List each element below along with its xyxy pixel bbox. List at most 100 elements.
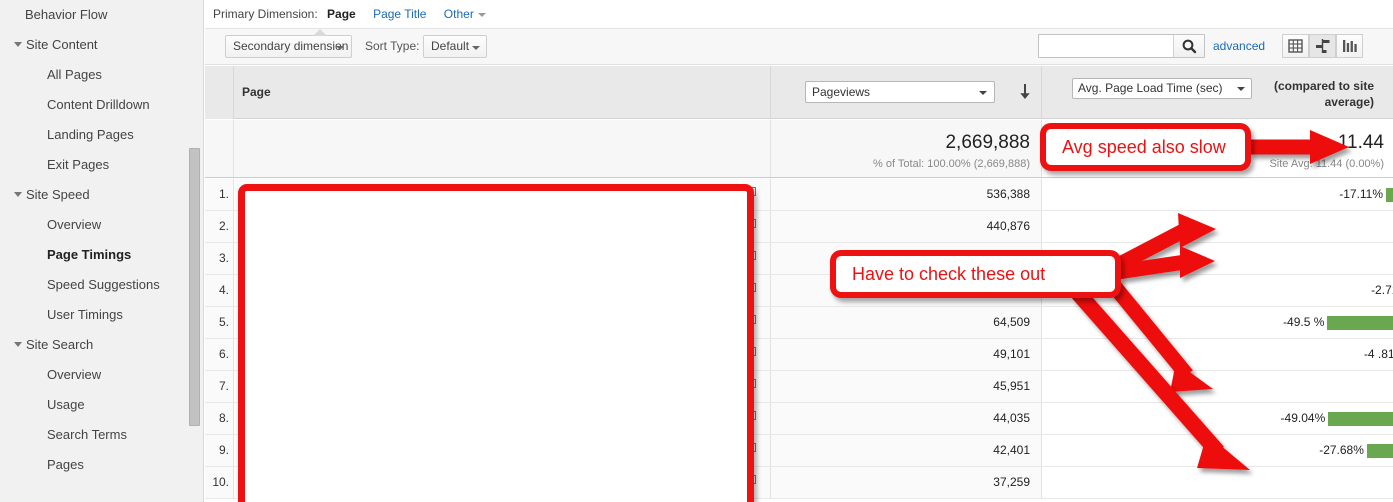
sort-type-label: Sort Type: [365, 39, 420, 53]
sidebar-item-exit-pages[interactable]: Exit Pages [0, 150, 203, 180]
row-index: 8. [205, 403, 234, 434]
sidebar-item-label: Site Search [26, 337, 94, 352]
secondary-dimension-label: Secondary dimension [233, 39, 349, 53]
row-pageviews: 440,876 [770, 211, 1041, 242]
view-performance-button[interactable] [1336, 34, 1363, 58]
sort-type-value: Default [431, 39, 470, 53]
left-sidebar-nav: Behavior Flow Site Content All Pages Conten… [0, 0, 204, 502]
sidebar-item-page-timings[interactable]: Page Timings [0, 240, 203, 270]
compare-bar-label: -49.04% [1280, 411, 1326, 425]
compare-bar-label: -27.68% [1319, 443, 1364, 457]
sidebar-item-overview[interactable]: Overview [0, 210, 203, 240]
row-index: 3. [205, 243, 234, 274]
sidebar-item-site-search[interactable]: Site Search [0, 330, 203, 360]
summary-total-value: 2,669,888 [945, 132, 1030, 153]
sidebar-item-label: Content Drilldown [47, 97, 150, 112]
sidebar-item-label: Behavior Flow [25, 7, 108, 22]
row-pageviews: 45,951 [770, 371, 1041, 402]
row-compare-cell: -4 .81% [1041, 339, 1393, 370]
view-table-button[interactable] [1282, 34, 1309, 58]
row-pageviews: 44,035 [770, 403, 1041, 434]
sidebar-item-behavior-flow[interactable]: Behavior Flow [0, 0, 203, 30]
sidebar-scrollbar-thumb[interactable] [189, 148, 200, 426]
sidebar-item-search-terms[interactable]: Search Terms [0, 420, 203, 450]
metric-dropdown-value: Pageviews [812, 85, 871, 99]
row-index: 4. [205, 275, 234, 306]
table-controls-bar: Secondary dimension Sort Type: Default a… [205, 29, 1393, 65]
callout-check-these-out[interactable]: Have to check these out [830, 250, 1121, 298]
row-index: 5. [205, 307, 234, 338]
primary-dimension-page[interactable]: Page [327, 7, 356, 21]
row-index: 7. [205, 371, 234, 402]
sidebar-item-label: Landing Pages [47, 127, 134, 142]
row-compare-cell: 17.52% [1041, 211, 1393, 242]
sidebar-item-label: Overview [47, 367, 102, 382]
row-compare-cell: -27.68% [1041, 435, 1393, 466]
sidebar-list: Behavior Flow Site Content All Pages Conten… [0, 0, 203, 480]
performance-bars-icon [1343, 40, 1357, 52]
primary-dimension-label: Primary Dimension: [213, 7, 318, 21]
sidebar-item-overview[interactable]: Overview [0, 360, 203, 390]
callout-avg-speed[interactable]: Avg speed also slow [1040, 123, 1251, 171]
row-pageviews: 42,401 [770, 435, 1041, 466]
page-column-highlight-box[interactable] [238, 184, 754, 502]
search-button[interactable] [1173, 35, 1204, 57]
table-header-row: Page Pageviews Avg. Page Load Time (sec)… [205, 66, 1393, 119]
sidebar-item-content-drilldown[interactable]: Content Drilldown [0, 90, 203, 120]
sort-descending-button[interactable] [1016, 82, 1034, 102]
chevron-down-icon [472, 46, 480, 50]
sidebar-item-speed-suggestions[interactable]: Speed Suggestions [0, 270, 203, 300]
comparison-bars-icon [1316, 39, 1330, 53]
sidebar-item-site-content[interactable]: Site Content [0, 30, 203, 60]
search-icon [1182, 39, 1197, 54]
row-index: 10. [205, 467, 234, 498]
sidebar-item-all-pages[interactable]: All Pages [0, 60, 203, 90]
chevron-down-icon [1237, 87, 1245, 91]
sidebar-item-label: User Timings [47, 307, 123, 322]
view-percentage-button[interactable] [1309, 34, 1336, 58]
compare-bar-label: -4 .81% [1363, 347, 1393, 361]
row-compare-cell: 68.56% [1041, 467, 1393, 498]
chevron-down-icon [336, 46, 344, 50]
summary-total-cell: 2,669,888 % of Total: 100.00% (2,669,888… [770, 120, 1041, 177]
table-header-metric: Pageviews [770, 66, 1041, 119]
compare-metric-dropdown[interactable]: Avg. Page Load Time (sec) [1072, 78, 1252, 99]
sidebar-item-user-timings[interactable]: User Timings [0, 300, 203, 330]
sidebar-item-site-speed[interactable]: Site Speed [0, 180, 203, 210]
chevron-down-icon [979, 91, 987, 95]
summary-page-cell [235, 120, 770, 177]
sidebar-item-landing-pages[interactable]: Landing Pages [0, 120, 203, 150]
compare-bar [1386, 188, 1393, 202]
arrow-down-icon [1020, 84, 1030, 99]
compare-bar-label: -49.5 % [1283, 315, 1325, 329]
sidebar-item-label: Speed Suggestions [47, 277, 160, 292]
sidebar-item-label: Site Content [26, 37, 98, 52]
chevron-down-icon [14, 42, 22, 48]
sidebar-item-usage[interactable]: Usage [0, 390, 203, 420]
primary-dimension-notch [313, 29, 327, 36]
advanced-link[interactable]: advanced [1213, 34, 1265, 58]
search-input[interactable] [1039, 35, 1173, 57]
sidebar-item-label: Search Terms [47, 427, 127, 442]
grid-table-icon [1288, 39, 1303, 53]
sidebar-item-label: All Pages [47, 67, 102, 82]
row-index: 1. [205, 179, 234, 210]
compare-note-label: (compared to site average) [1273, 79, 1374, 109]
summary-index-cell [205, 120, 234, 177]
primary-dimension-other-label: Other [443, 7, 474, 21]
sidebar-item-label: Pages [47, 457, 84, 472]
sidebar-item-pages[interactable]: Pages [0, 450, 203, 480]
sort-type-button[interactable]: Default [423, 35, 487, 58]
row-index: 9. [205, 435, 234, 466]
row-compare-cell: -49.04% [1041, 403, 1393, 434]
sidebar-item-label: Exit Pages [47, 157, 110, 172]
primary-dimension-page-title[interactable]: Page Title [373, 7, 426, 21]
sidebar-item-label: Site Speed [26, 187, 90, 202]
row-compare-cell: 10.11% [1041, 371, 1393, 402]
table-header-compare: Avg. Page Load Time (sec) (compared to s… [1041, 66, 1393, 119]
primary-dimension-other[interactable]: Other [444, 7, 486, 21]
secondary-dimension-button[interactable]: Secondary dimension [225, 35, 352, 58]
sidebar-item-label: Usage [47, 397, 85, 412]
chevron-down-icon [477, 12, 486, 17]
metric-dropdown[interactable]: Pageviews [805, 81, 995, 103]
